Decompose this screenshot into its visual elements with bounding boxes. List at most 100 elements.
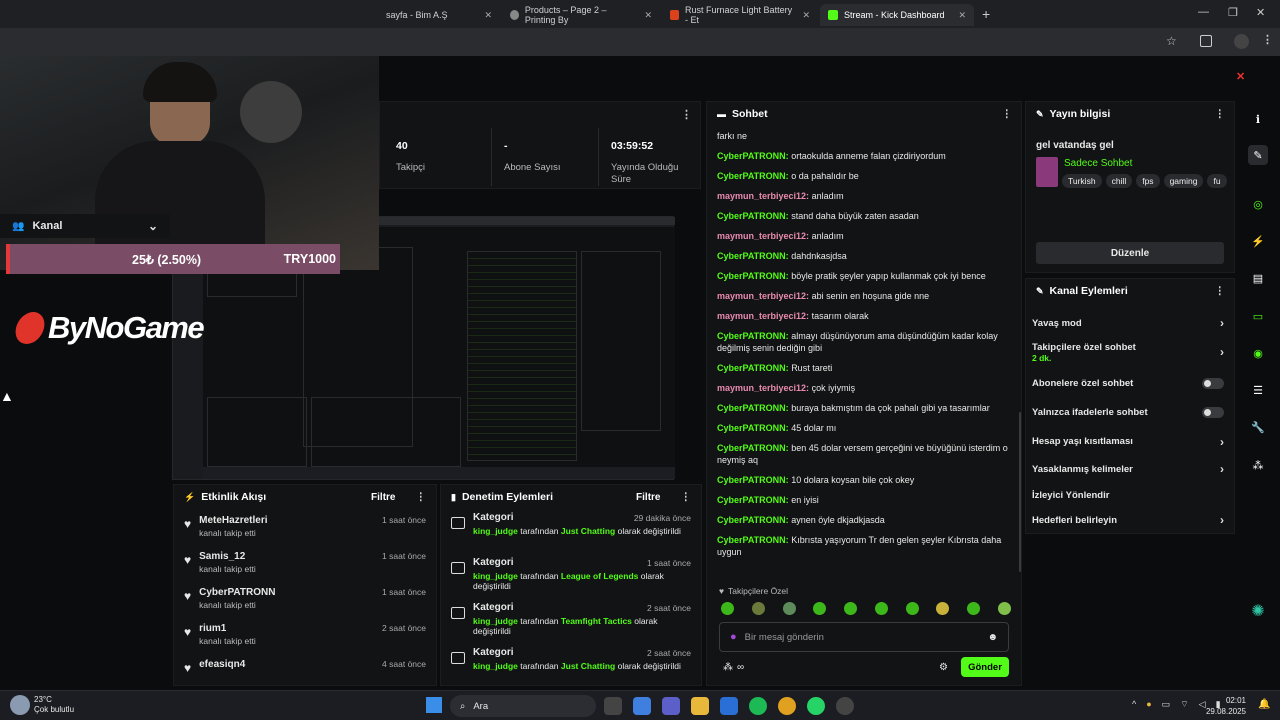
more-options-icon[interactable]: ⋮ bbox=[1215, 285, 1225, 297]
clock[interactable]: 02:01 29.08.2025 bbox=[1200, 695, 1246, 717]
action-slow-mode[interactable]: Yavaş mod › bbox=[1032, 311, 1224, 335]
category-name[interactable]: League of Legends bbox=[561, 571, 638, 581]
chat-username[interactable]: CyberPATRONN: bbox=[717, 251, 789, 261]
weather-icon[interactable] bbox=[10, 695, 30, 715]
category-name[interactable]: Just Chatting bbox=[561, 526, 615, 536]
pencil-icon[interactable]: ✎ bbox=[1248, 145, 1268, 165]
new-tab-button[interactable]: + bbox=[982, 6, 990, 22]
whatsapp-icon[interactable] bbox=[807, 697, 825, 715]
chat-username[interactable]: maymun_terbiyeci12: bbox=[717, 231, 809, 241]
action-raid[interactable]: İzleyici Yönlendir bbox=[1032, 482, 1224, 508]
info-icon[interactable]: ℹ bbox=[1248, 109, 1268, 129]
gear-icon[interactable]: ⚙ bbox=[939, 662, 948, 673]
target-icon[interactable]: ◎ bbox=[1248, 194, 1268, 214]
more-options-icon[interactable]: ⋮ bbox=[1002, 108, 1012, 120]
close-icon[interactable]: ✕ bbox=[484, 10, 492, 21]
subscribers-only-toggle[interactable] bbox=[1202, 378, 1224, 389]
document-icon[interactable]: ▤ bbox=[1248, 268, 1268, 288]
file-explorer-icon[interactable] bbox=[691, 697, 709, 715]
more-options-icon[interactable]: ⋮ bbox=[681, 108, 692, 121]
chat-scrollbar[interactable] bbox=[1019, 412, 1021, 572]
emoji-icon[interactable]: ☻ bbox=[987, 632, 998, 643]
chat-username[interactable]: CyberPATRONN: bbox=[717, 211, 789, 221]
moderation-filter-button[interactable]: Filtre bbox=[636, 492, 660, 503]
bookmark-star-icon[interactable]: ☆ bbox=[1166, 34, 1177, 48]
chevron-down-icon[interactable]: ⌄ bbox=[148, 219, 158, 233]
emote-icon[interactable] bbox=[936, 602, 950, 615]
chat-username[interactable]: CyberPATRONN: bbox=[717, 271, 789, 281]
windows-start-icon[interactable] bbox=[426, 697, 442, 713]
moderator-name[interactable]: king_judge bbox=[473, 526, 518, 536]
network-icon[interactable]: ⌔ bbox=[1180, 699, 1188, 710]
task-view-icon[interactable] bbox=[604, 697, 622, 715]
chat-username[interactable]: maymun_terbiyeci12: bbox=[717, 291, 809, 301]
display-icon[interactable]: ▭ bbox=[1162, 699, 1171, 710]
chat-username[interactable]: CyberPATRONN: bbox=[717, 515, 789, 525]
notification-bell-icon[interactable]: 🔔 bbox=[1258, 699, 1270, 710]
broadcast-icon[interactable]: ◉ bbox=[1248, 343, 1268, 363]
activity-user[interactable]: CyberPATRONN bbox=[199, 587, 382, 598]
chat-username[interactable]: CyberPATRONN: bbox=[717, 331, 789, 341]
chat-username[interactable]: CyberPATRONN: bbox=[717, 495, 789, 505]
action-followers-only[interactable]: Takipçilere özel sohbet 2 dk. › bbox=[1032, 335, 1224, 369]
more-options-icon[interactable]: ⋮ bbox=[681, 491, 692, 503]
app-icon[interactable] bbox=[836, 697, 854, 715]
more-options-icon[interactable]: ⋮ bbox=[1215, 108, 1225, 120]
more-options-icon[interactable]: ⋮ bbox=[416, 491, 427, 503]
moderator-name[interactable]: king_judge bbox=[473, 661, 518, 671]
moderator-name[interactable]: king_judge bbox=[473, 616, 518, 626]
chat-username[interactable]: CyberPATRONN: bbox=[717, 171, 789, 181]
action-set-goals[interactable]: Hedefleri belirleyin › bbox=[1032, 508, 1224, 532]
chat-username[interactable]: CyberPATRONN: bbox=[717, 475, 789, 485]
chat-username[interactable]: CyberPATRONN: bbox=[717, 151, 789, 161]
browser-menu-icon[interactable]: ⋮ bbox=[1262, 33, 1273, 46]
wrench-icon[interactable]: 🔧 bbox=[1248, 417, 1268, 437]
chat-username[interactable]: CyberPATRONN: bbox=[717, 403, 789, 413]
category-name[interactable]: Just Chatting bbox=[561, 661, 615, 671]
store-icon[interactable] bbox=[720, 697, 738, 715]
emote-icon[interactable] bbox=[751, 602, 765, 615]
activity-user[interactable]: efeasiqn4 bbox=[199, 659, 382, 670]
emote-icon[interactable] bbox=[905, 602, 919, 615]
activity-user[interactable]: MeteHazretleri bbox=[199, 515, 382, 526]
category-name[interactable]: Teamfight Tactics bbox=[561, 616, 632, 626]
microphone-icon[interactable]: ● bbox=[1146, 699, 1151, 710]
activity-filter-button[interactable]: Filtre bbox=[371, 492, 395, 503]
close-icon[interactable]: ✕ bbox=[802, 10, 810, 21]
profile-avatar[interactable] bbox=[1234, 34, 1249, 49]
emote-icon[interactable] bbox=[997, 602, 1011, 615]
emote-icon[interactable] bbox=[967, 602, 981, 615]
chat-username[interactable]: CyberPATRONN: bbox=[717, 443, 789, 453]
send-button[interactable]: Gönder bbox=[961, 657, 1009, 677]
edit-button[interactable]: Düzenle bbox=[1036, 242, 1224, 264]
extensions-icon[interactable] bbox=[1200, 35, 1212, 47]
emote-icon[interactable] bbox=[721, 602, 734, 615]
spotify-icon[interactable] bbox=[749, 697, 767, 715]
chat-input[interactable]: ● Bir mesaj gönderin ☻ bbox=[719, 622, 1009, 652]
close-icon[interactable]: ✕ bbox=[644, 10, 652, 21]
users-icon[interactable]: ⁂ bbox=[1248, 455, 1268, 475]
browser-tab-active[interactable]: Stream - Kick Dashboard ✕ bbox=[820, 4, 974, 26]
action-account-age[interactable]: Hesap yaşı kısıtlaması › bbox=[1032, 427, 1224, 456]
chat-username[interactable]: CyberPATRONN: bbox=[717, 535, 789, 545]
teams-icon[interactable] bbox=[662, 697, 680, 715]
chat-bubble-icon[interactable]: ▭ bbox=[1248, 306, 1268, 326]
taskbar-search[interactable]: ⌕ Ara bbox=[450, 695, 596, 717]
activity-user[interactable]: Samis_12 bbox=[199, 551, 382, 562]
moderator-name[interactable]: king_judge bbox=[473, 571, 518, 581]
chat-username[interactable]: maymun_terbiyeci12: bbox=[717, 383, 809, 393]
category-link[interactable]: Sadece Sohbet bbox=[1064, 158, 1132, 169]
users-icon[interactable]: ⁂ bbox=[723, 662, 733, 673]
close-icon[interactable]: ✕ bbox=[1236, 70, 1245, 83]
microphone-icon[interactable]: ● bbox=[730, 631, 737, 643]
ai-assistant-icon[interactable]: ✺ bbox=[1248, 601, 1268, 621]
browser-tab[interactable]: Rust Furnace Light Battery - Et ✕ bbox=[662, 4, 818, 26]
emote-icon[interactable] bbox=[813, 602, 827, 615]
window-close-button[interactable]: ✕ bbox=[1256, 6, 1265, 19]
chevron-up-icon[interactable]: ^ bbox=[1132, 699, 1136, 710]
infinity-icon[interactable]: ∞ bbox=[737, 662, 744, 673]
copilot-icon[interactable] bbox=[633, 697, 651, 715]
chrome-icon[interactable] bbox=[778, 697, 796, 715]
emote-icon[interactable] bbox=[844, 602, 858, 615]
chat-username[interactable]: CyberPATRONN: bbox=[717, 423, 789, 433]
